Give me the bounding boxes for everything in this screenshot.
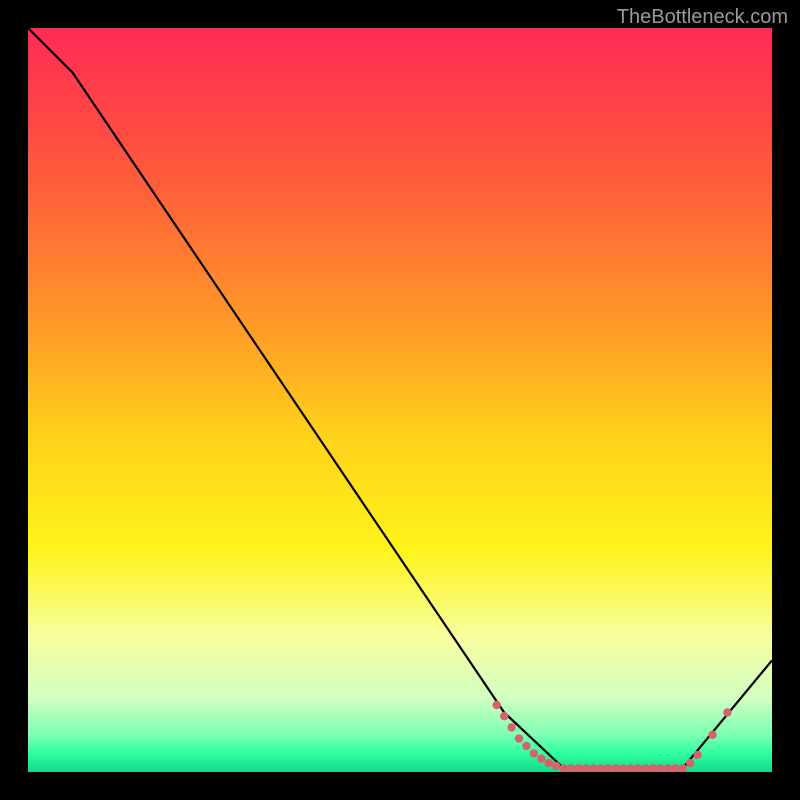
attribution-label: TheBottleneck.com [617,6,788,29]
gradient-background [28,28,772,772]
marker-dot [537,754,545,762]
marker-dot [493,701,501,709]
marker-dot [708,731,716,739]
marker-dot [686,759,694,767]
marker-dot [507,723,515,731]
marker-dot [522,742,530,750]
marker-dot [500,712,508,720]
marker-dot [552,762,560,770]
marker-dot [515,734,523,742]
marker-dot [723,708,731,716]
marker-dot [693,751,701,759]
chart-figure: TheBottleneck.com [0,0,800,800]
chart-svg [28,28,772,772]
marker-dot [545,759,553,767]
marker-dot [530,749,538,757]
plot-area [28,28,772,772]
